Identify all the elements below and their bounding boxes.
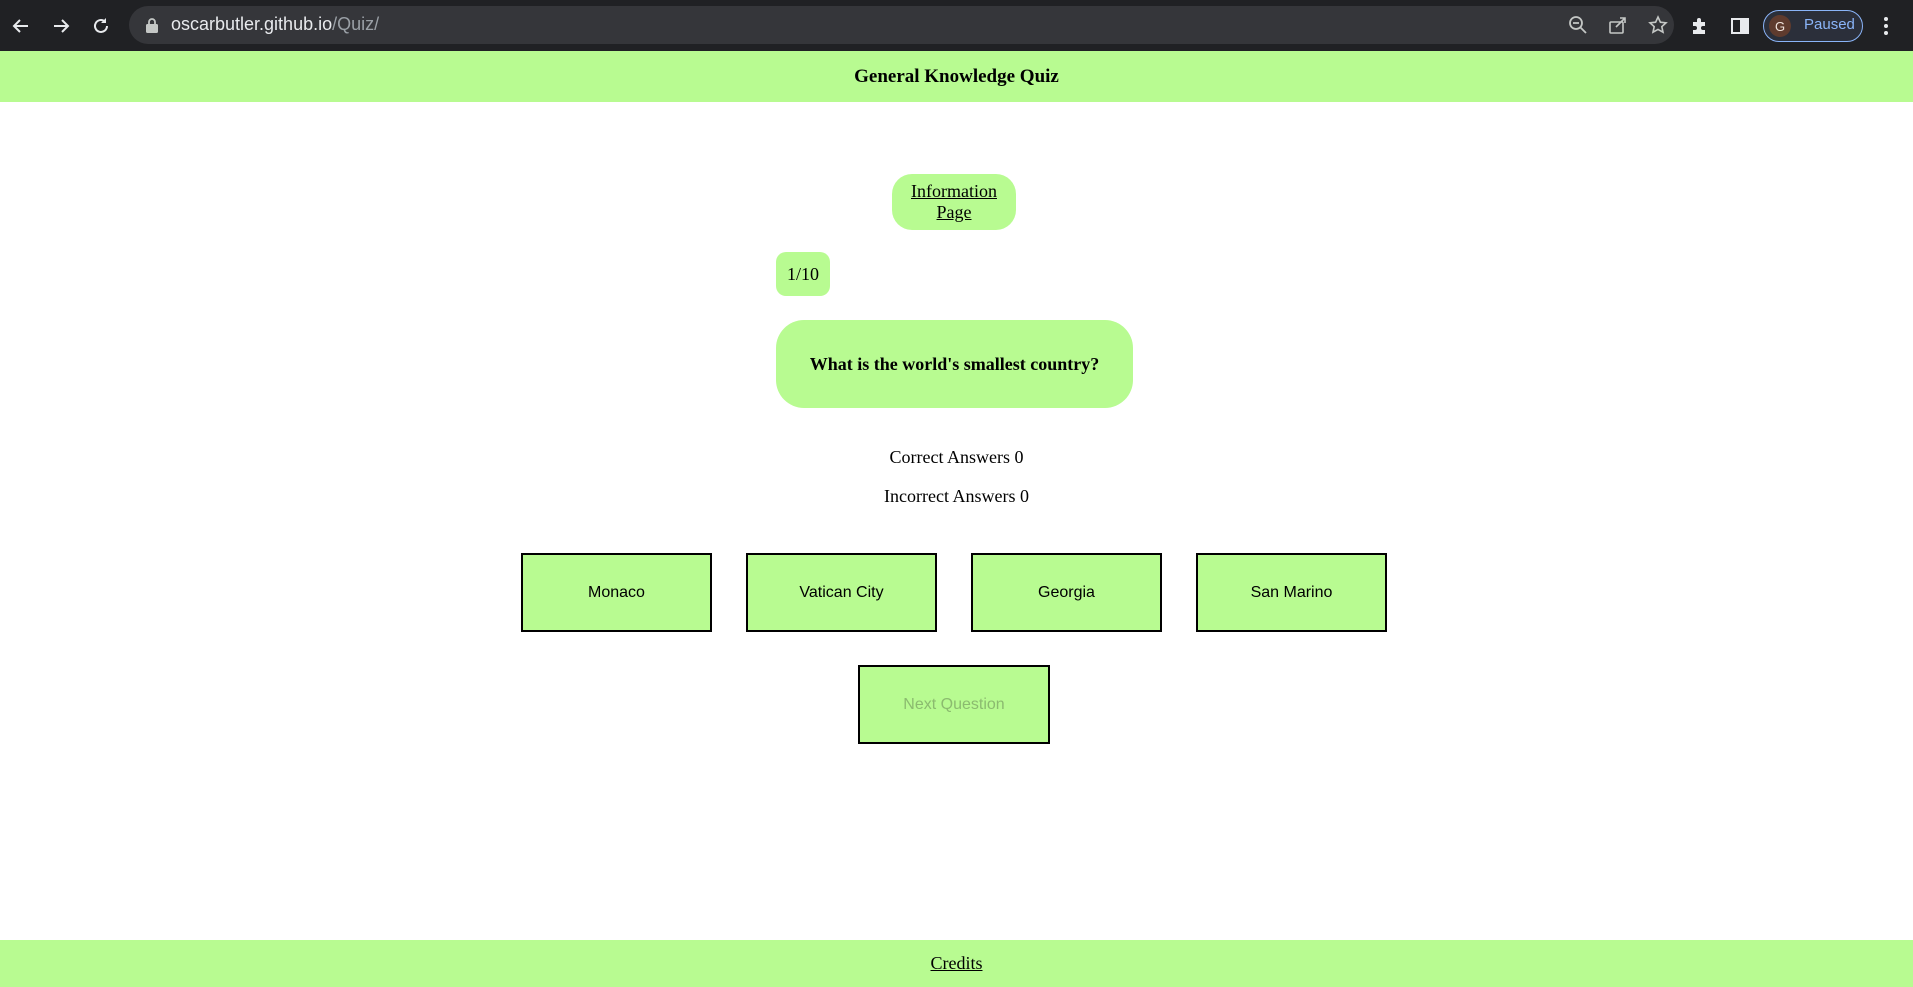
page-title: General Knowledge Quiz: [854, 65, 1059, 87]
arrow-right-icon: [54, 19, 70, 33]
url-text: oscarbutler.github.io/Quiz/: [171, 14, 379, 35]
zoom-button[interactable]: [1566, 13, 1590, 37]
reload-icon: [94, 18, 108, 33]
information-page-link[interactable]: Information Page: [892, 174, 1016, 230]
lock-icon: [146, 18, 158, 33]
profile-button[interactable]: G Paused: [1763, 10, 1863, 42]
next-question-button[interactable]: Next Question: [858, 665, 1050, 744]
zoom-out-icon: [1569, 16, 1587, 34]
reload-button[interactable]: [85, 10, 117, 42]
answer-button[interactable]: Georgia: [971, 553, 1162, 632]
avatar: G: [1769, 15, 1791, 37]
back-button[interactable]: [5, 10, 37, 42]
profile-status: Paused: [1804, 16, 1855, 33]
browser-menu-button[interactable]: [1876, 12, 1896, 40]
url-path: /Quiz/: [332, 14, 380, 34]
kebab-menu-dot: [1884, 31, 1888, 35]
kebab-menu-dot: [1884, 24, 1888, 28]
answer-button[interactable]: Vatican City: [746, 553, 937, 632]
puzzle-icon: [1693, 18, 1705, 34]
page-footer: Credits: [0, 940, 1913, 987]
page-header: General Knowledge Quiz: [0, 51, 1913, 102]
extensions-button[interactable]: [1687, 13, 1713, 39]
question-counter: 1/10: [776, 252, 830, 296]
address-bar[interactable]: oscarbutler.github.io/Quiz/: [129, 6, 1674, 44]
forward-button[interactable]: [45, 10, 77, 42]
side-panel-button[interactable]: [1727, 13, 1753, 39]
credits-link[interactable]: Credits: [931, 953, 983, 974]
share-icon: [1609, 17, 1626, 34]
kebab-menu-icon: [1884, 17, 1888, 21]
star-icon: [1648, 15, 1668, 34]
question-text: What is the world's smallest country?: [776, 320, 1133, 408]
bookmark-button[interactable]: [1646, 13, 1670, 37]
answer-button[interactable]: San Marino: [1196, 553, 1387, 632]
share-button[interactable]: [1606, 13, 1630, 37]
browser-toolbar: oscarbutler.github.io/Quiz/ G Paused: [0, 0, 1913, 51]
answer-button[interactable]: Monaco: [521, 553, 712, 632]
url-host: oscarbutler.github.io: [171, 14, 333, 34]
arrow-left-icon: [12, 19, 28, 33]
correct-answers-count: Correct Answers 0: [889, 447, 1024, 467]
incorrect-answers-count: Incorrect Answers 0: [884, 486, 1029, 506]
side-panel-icon: [1731, 18, 1749, 34]
